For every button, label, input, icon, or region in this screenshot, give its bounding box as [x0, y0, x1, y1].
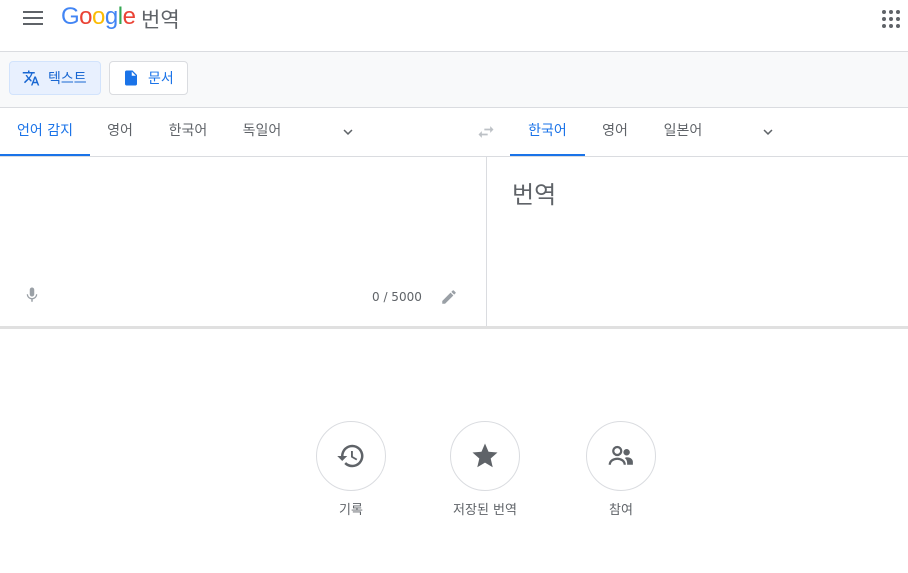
history-label: 기록: [339, 503, 363, 518]
saved-translations-label: 저장된 번역: [453, 503, 517, 518]
source-lang-korean[interactable]: 한국어: [160, 108, 216, 156]
logo-letter: o: [79, 3, 93, 30]
google-logo[interactable]: Google: [61, 3, 136, 31]
history-button[interactable]: 기록: [296, 421, 406, 518]
source-lang-more-chevron-icon[interactable]: [339, 123, 357, 141]
translation-placeholder: 번역: [512, 181, 557, 209]
translate-icon: [22, 70, 40, 86]
logo-letter: g: [104, 3, 118, 30]
community-label: 참여: [609, 503, 633, 518]
mode-bar: 텍스트 문서: [0, 52, 908, 108]
document-mode-button[interactable]: 문서: [109, 61, 188, 95]
star-icon: [472, 443, 498, 468]
microphone-icon[interactable]: [23, 284, 41, 306]
document-icon: [125, 70, 137, 86]
logo-letter: e: [122, 3, 136, 30]
hamburger-menu-icon[interactable]: [23, 11, 43, 27]
source-lang-english[interactable]: 영어: [96, 108, 144, 156]
logo-letter: G: [61, 3, 80, 30]
history-circle[interactable]: [316, 421, 386, 491]
saved-circle[interactable]: [450, 421, 520, 491]
source-lang-detect[interactable]: 언어 감지: [0, 108, 90, 156]
character-count: 0 / 5000: [372, 290, 422, 304]
text-mode-label: 텍스트: [48, 71, 87, 87]
google-apps-icon[interactable]: [882, 10, 900, 28]
saved-translations-button[interactable]: 저장된 번역: [430, 421, 540, 518]
text-mode-button[interactable]: 텍스트: [9, 61, 101, 95]
target-lang-japanese[interactable]: 일본어: [655, 108, 711, 156]
source-text-panel[interactable]: 0 / 5000: [0, 157, 487, 327]
app-header: Google 번역: [0, 0, 908, 52]
community-button[interactable]: 참여: [566, 421, 676, 518]
logo-letter: o: [92, 3, 105, 30]
source-lang-german[interactable]: 독일어: [232, 108, 292, 156]
product-name: 번역: [141, 8, 180, 32]
panels-divider: [0, 326, 908, 329]
bottom-actions: 기록 저장된 번역 참여: [0, 421, 908, 531]
swap-languages-icon[interactable]: [475, 122, 497, 142]
language-bar: 언어 감지 영어 한국어 독일어 한국어 영어 일본어: [0, 108, 908, 157]
pencil-icon[interactable]: [440, 288, 458, 306]
target-text-panel: 번역: [487, 157, 908, 327]
history-icon: [337, 444, 364, 468]
target-lang-korean[interactable]: 한국어: [510, 108, 585, 156]
community-people-icon: [608, 445, 633, 465]
target-lang-more-chevron-icon[interactable]: [759, 123, 777, 141]
target-lang-english[interactable]: 영어: [594, 108, 636, 156]
document-mode-label: 문서: [148, 71, 174, 87]
community-circle[interactable]: [586, 421, 656, 491]
